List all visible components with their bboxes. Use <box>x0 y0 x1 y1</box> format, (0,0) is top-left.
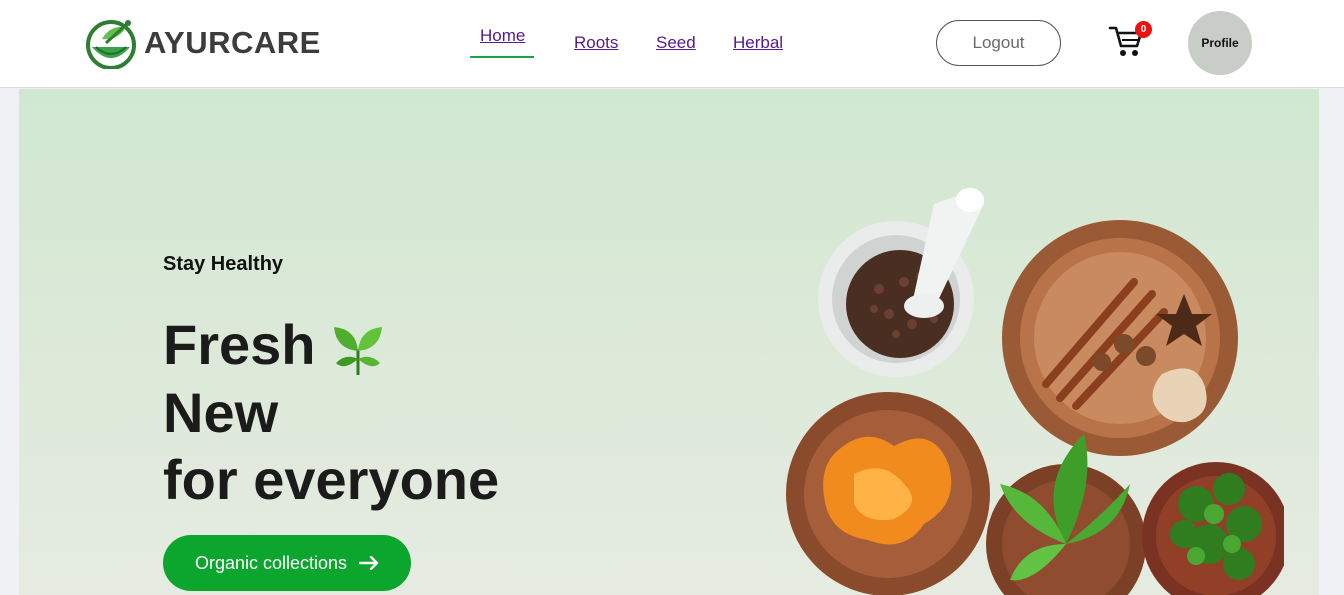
brand-name: AYURCARE <box>144 25 321 60</box>
mortar-leaf-logo-icon <box>86 20 136 69</box>
hero-banner: Stay Healthy Fresh New for everyone Orga… <box>19 89 1319 595</box>
nav-link-roots[interactable]: Roots <box>574 33 618 53</box>
nav-active-indicator <box>470 56 534 58</box>
headline-line-2: New <box>163 381 279 445</box>
hero-tagline: Stay Healthy <box>163 253 284 275</box>
orange-peel-bowl-image <box>786 392 990 595</box>
cart-count-badge: 0 <box>1135 21 1152 38</box>
cta-label: Organic collections <box>194 552 348 573</box>
headline-line-3: for everyone <box>163 448 500 512</box>
organic-collections-button[interactable]: Organic collections <box>163 535 411 591</box>
spice-bowls-image <box>786 188 1284 595</box>
nav-link-home[interactable]: Home <box>480 26 525 46</box>
logout-button[interactable]: Logout <box>936 20 1061 66</box>
mint-leaf-icon <box>333 327 382 376</box>
headline-line-1: Fresh <box>163 311 499 379</box>
cinnamon-spice-bowl-image <box>1002 220 1238 456</box>
nav-link-herbal[interactable]: Herbal <box>733 33 783 53</box>
mortar-cloves-image <box>818 188 984 377</box>
green-leaves-bowl-image <box>986 434 1146 595</box>
arrow-right-icon <box>359 556 379 570</box>
brand-logo[interactable]: AYURCARE <box>84 17 321 69</box>
profile-button[interactable]: Profile <box>1188 11 1252 75</box>
hero-headline: Fresh New for everyone <box>163 311 499 513</box>
nav-link-seed[interactable]: Seed <box>656 33 696 53</box>
herbs-bowl-image <box>1142 462 1284 595</box>
site-header: AYURCARE Home Roots Seed Herbal Logout 0… <box>0 0 1344 88</box>
